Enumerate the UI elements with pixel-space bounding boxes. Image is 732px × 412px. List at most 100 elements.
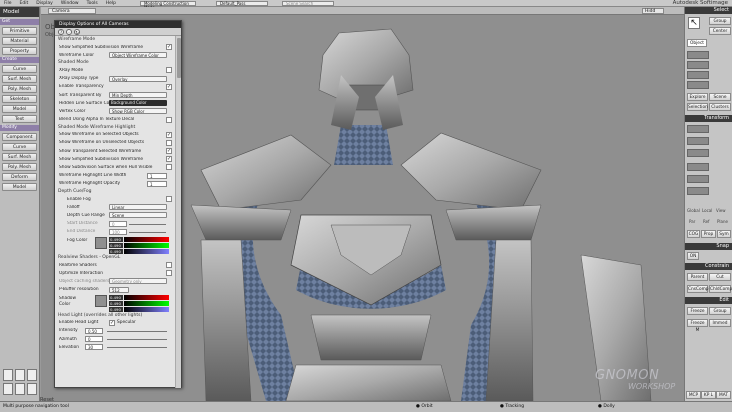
elevation-field[interactable]: 30 xyxy=(85,344,103,351)
skeleton-button[interactable]: Skeleton xyxy=(2,95,37,103)
specular-checkbox[interactable]: ✓ xyxy=(109,319,115,326)
shading-mode-select[interactable]: Hidd xyxy=(642,8,664,14)
scene-button[interactable]: Scene xyxy=(709,93,731,101)
kpl-button[interactable]: KP L xyxy=(701,391,716,399)
shadow-g-field[interactable]: 0.490 xyxy=(109,300,123,306)
azimuth-slider[interactable] xyxy=(107,339,167,341)
text-button[interactable]: Text xyxy=(2,115,37,123)
explore-button[interactable]: Explore xyxy=(687,93,708,101)
lock-icon[interactable]: ◦ xyxy=(66,29,72,35)
fog-b-field[interactable]: 0.490 xyxy=(109,248,123,254)
swh-transparent-checkbox[interactable]: ✓ xyxy=(166,148,172,155)
fog-g-slider[interactable] xyxy=(124,242,169,248)
plane-toggle[interactable]: Plane xyxy=(717,219,728,224)
pbuffer-select[interactable]: 512 xyxy=(109,286,129,293)
create-curve-button[interactable]: Curve xyxy=(2,65,37,73)
menu-edit[interactable]: Edit xyxy=(16,1,33,6)
fog-color-swatch[interactable] xyxy=(95,236,107,249)
shadow-r-slider[interactable] xyxy=(124,294,169,300)
reset-label[interactable]: Reset xyxy=(40,395,54,405)
component-button[interactable]: Component xyxy=(2,133,37,141)
material-button[interactable]: Material xyxy=(2,37,37,45)
blend-alpha-checkbox[interactable] xyxy=(166,116,172,123)
transform-y-field[interactable] xyxy=(687,175,709,183)
toolbar-header[interactable]: Model xyxy=(0,7,39,17)
end-distance-slider[interactable] xyxy=(129,231,166,233)
property-button[interactable]: Property xyxy=(2,47,37,55)
sym-button[interactable]: Sym xyxy=(717,230,731,238)
transform-z-field[interactable] xyxy=(687,187,709,195)
chldcomp-button[interactable]: ChldComp xyxy=(709,285,732,293)
elevation-slider[interactable] xyxy=(107,347,167,349)
shadow-g-slider[interactable] xyxy=(124,300,169,306)
realtime-shaders-checkbox[interactable] xyxy=(166,261,172,268)
cnscomp-button[interactable]: CnsComp xyxy=(687,285,709,293)
menu-help[interactable]: Help xyxy=(102,1,120,6)
select-arrow-icon[interactable]: ↖ xyxy=(688,17,700,29)
help-icon[interactable]: ? xyxy=(58,29,64,35)
selection-button[interactable]: Selection xyxy=(687,103,708,111)
start-distance-slider[interactable] xyxy=(129,223,166,225)
scrollbar-thumb[interactable] xyxy=(177,38,181,78)
menu-window[interactable]: Window xyxy=(57,1,83,6)
modify-model-button[interactable]: Model xyxy=(2,183,37,191)
hidden-line-select[interactable]: Background Color xyxy=(109,100,167,107)
primitive-button[interactable]: Primitive xyxy=(2,27,37,35)
optimize-checkbox[interactable] xyxy=(166,270,172,277)
mcp-button[interactable]: MCP xyxy=(686,391,701,399)
wf-color-select[interactable]: Object Wireframe Color xyxy=(109,52,167,59)
falloff-select[interactable]: Linear xyxy=(109,204,167,211)
cut-button[interactable]: Cut xyxy=(709,273,731,281)
object-caching-select[interactable]: Geometry only xyxy=(109,278,167,285)
refresh-icon[interactable]: ↻ xyxy=(74,29,80,35)
shadow-b-slider[interactable] xyxy=(124,306,169,312)
camera-select[interactable]: Camera xyxy=(48,8,96,14)
shadow-color-swatch[interactable] xyxy=(95,294,107,307)
sort-transparent-select[interactable]: Min Depth xyxy=(109,91,167,98)
enable-fog-checkbox[interactable] xyxy=(166,196,172,202)
xray-type-select[interactable]: Overlay xyxy=(109,75,167,82)
center-button[interactable]: Center xyxy=(709,27,731,35)
dialog-scrollbar[interactable] xyxy=(175,36,181,388)
fog-g-field[interactable]: 0.490 xyxy=(109,242,123,248)
modify-poly-mesh-button[interactable]: Poly. Mesh xyxy=(2,163,37,171)
menu-display[interactable]: Display xyxy=(32,1,57,6)
fog-r-slider[interactable] xyxy=(124,236,169,242)
local-toggle[interactable]: Local xyxy=(702,208,712,213)
immed-button[interactable]: Immed xyxy=(709,319,731,327)
wf-line-width-field[interactable]: 1 xyxy=(147,172,167,179)
end-distance-field[interactable]: 100 xyxy=(109,228,127,235)
select-filter-3[interactable] xyxy=(687,71,709,79)
edit-group-button[interactable]: Group xyxy=(709,307,731,315)
prop-button[interactable]: Prop xyxy=(701,230,716,238)
clusters-button[interactable]: Clusters xyxy=(709,103,731,111)
create-poly-mesh-button[interactable]: Poly. Mesh xyxy=(2,85,37,93)
select-filter-4[interactable] xyxy=(687,81,709,89)
modify-curve-button[interactable]: Curve xyxy=(2,143,37,151)
swh-simplified-checkbox[interactable]: ✓ xyxy=(166,156,172,163)
fog-r-field[interactable]: 0.490 xyxy=(109,236,123,242)
parent-button[interactable]: Parent xyxy=(687,273,708,281)
transform-x-field[interactable] xyxy=(687,163,709,171)
transform-rotate-field[interactable] xyxy=(687,137,709,145)
shadow-r-field[interactable]: 0.490 xyxy=(109,294,123,300)
wf-show-simplified-checkbox[interactable]: ✓ xyxy=(166,44,172,50)
view-layout-grid[interactable] xyxy=(3,369,37,395)
create-model-button[interactable]: Model xyxy=(2,105,37,113)
transform-translate-field[interactable] xyxy=(687,149,709,157)
shadow-b-field[interactable]: 0.490 xyxy=(109,306,123,312)
deform-button[interactable]: Deform xyxy=(2,173,37,181)
cog-button[interactable]: COG xyxy=(687,230,700,238)
start-distance-field[interactable]: 0 xyxy=(109,220,127,227)
select-filter-1[interactable] xyxy=(687,51,709,59)
modify-surf-mesh-button[interactable]: Surf. Mesh xyxy=(2,153,37,161)
intensity-slider[interactable] xyxy=(107,330,167,332)
azimuth-field[interactable]: 0 xyxy=(85,336,103,343)
group-button[interactable]: Group xyxy=(709,17,731,25)
swh-selected-checkbox[interactable]: ✓ xyxy=(166,131,172,138)
wf-opacity-field[interactable]: 1 xyxy=(147,180,167,187)
pass-select[interactable]: Default_Pass xyxy=(215,0,268,6)
fog-b-slider[interactable] xyxy=(124,248,169,254)
ref-toggle[interactable]: Ref xyxy=(703,219,709,224)
freeze-button[interactable]: Freeze xyxy=(687,307,708,315)
